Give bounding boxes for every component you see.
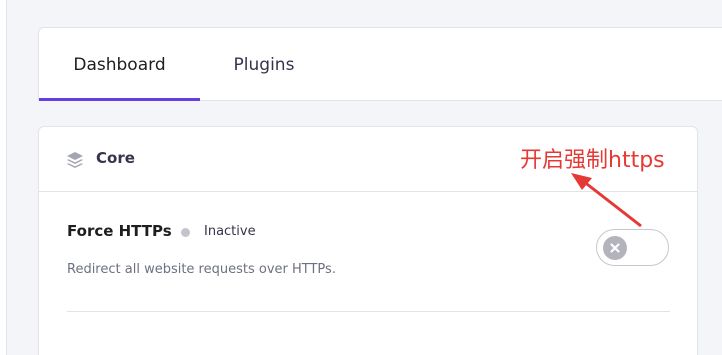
toggle-knob (603, 236, 627, 260)
layers-icon (66, 151, 84, 169)
close-icon (610, 243, 620, 253)
tab-dashboard[interactable]: Dashboard (39, 28, 200, 101)
page-heading-cutoff (37, 0, 247, 4)
core-section-title: Core (96, 149, 135, 167)
left-sidebar-edge (0, 0, 7, 355)
page: Dashboard Plugins Core Force HTTPs Inact… (0, 0, 722, 355)
divider (67, 311, 670, 312)
tab-plugins-label: Plugins (233, 54, 295, 75)
status-badge: Inactive (204, 224, 256, 239)
tab-dashboard-label: Dashboard (73, 54, 166, 75)
status-dot (181, 228, 190, 237)
force-https-title: Force HTTPs (67, 222, 172, 240)
active-tab-indicator (39, 98, 200, 101)
force-https-description: Redirect all website requests over HTTPs… (67, 262, 336, 277)
annotation-label: 开启强制https (520, 148, 665, 173)
force-https-toggle[interactable] (596, 229, 669, 266)
tab-bar: Dashboard Plugins (38, 27, 722, 101)
tab-plugins[interactable]: Plugins (200, 28, 328, 101)
